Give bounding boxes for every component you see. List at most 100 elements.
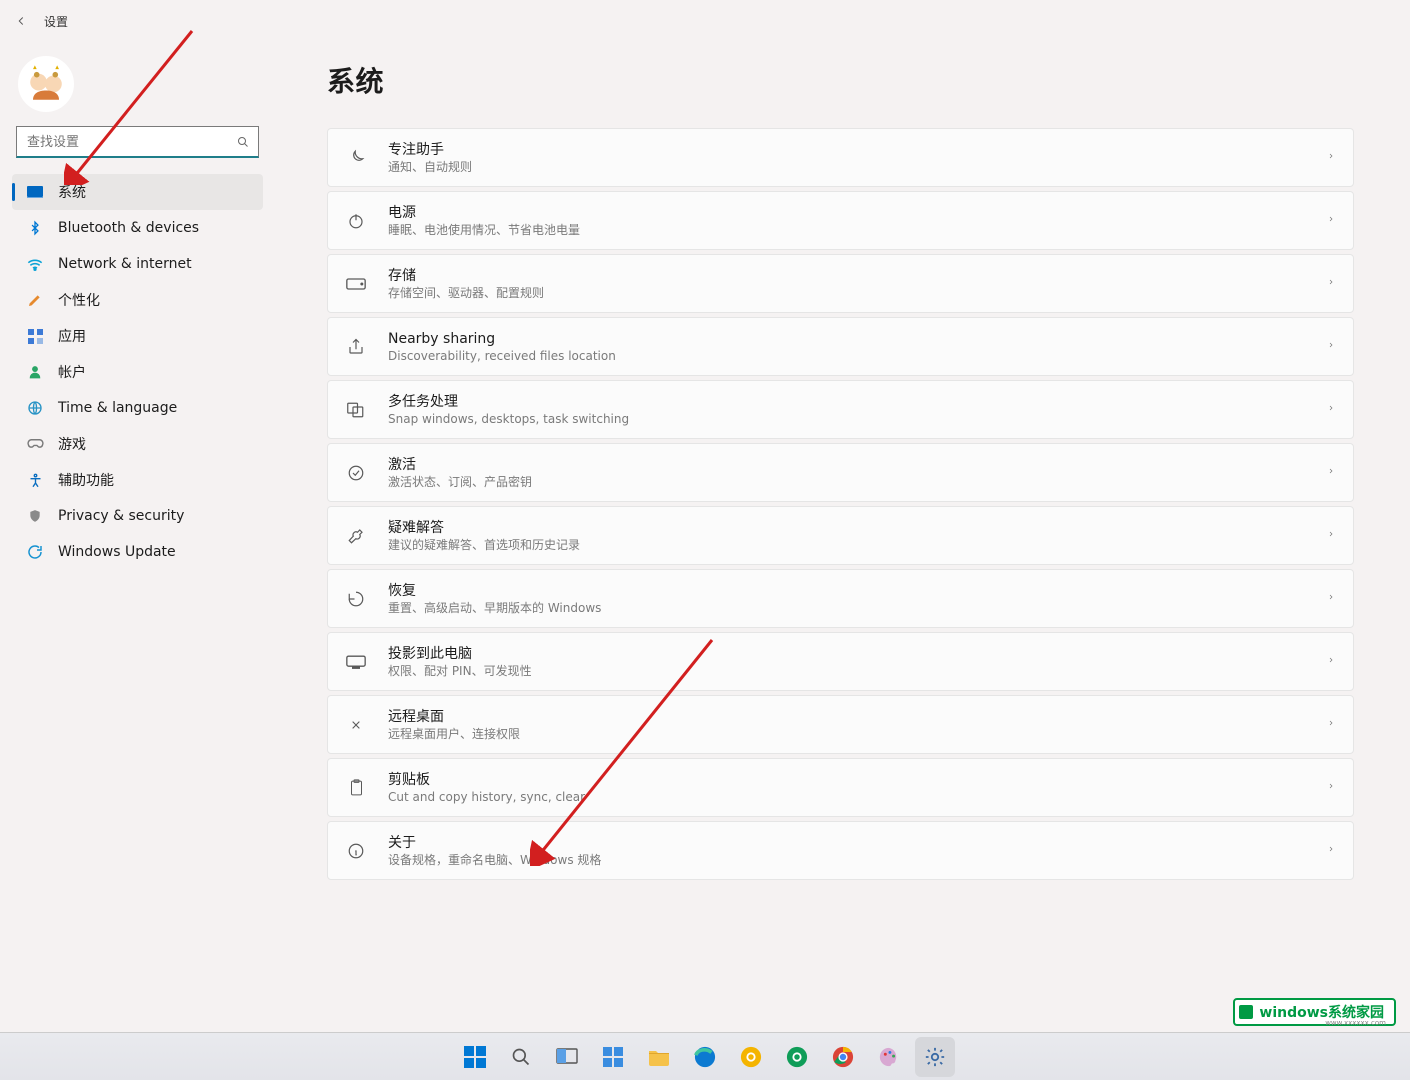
taskbar-settings[interactable] xyxy=(915,1037,955,1077)
card-title: 存储 xyxy=(388,267,1327,285)
gamepad-icon xyxy=(26,435,44,453)
system-card-check[interactable]: 激活激活状态、订阅、产品密钥 xyxy=(327,443,1354,502)
chrome-yellow-icon xyxy=(740,1046,762,1068)
taskbar-paint[interactable] xyxy=(869,1037,909,1077)
taskbar-start[interactable] xyxy=(455,1037,495,1077)
avatar[interactable] xyxy=(18,56,74,112)
card-title: 专注助手 xyxy=(388,141,1327,159)
card-title: 多任务处理 xyxy=(388,393,1327,411)
card-subtitle: Cut and copy history, sync, clear xyxy=(388,789,1327,805)
card-title: Nearby sharing xyxy=(388,330,1327,348)
card-title: 剪贴板 xyxy=(388,771,1327,789)
nav-label: 应用 xyxy=(58,326,86,346)
nav-personalize[interactable]: 个性化 xyxy=(12,282,263,318)
watermark-url: www.xxxxxx.com xyxy=(1325,1019,1386,1027)
taskbar-chrome-dev[interactable] xyxy=(777,1037,817,1077)
system-card-wrench[interactable]: 疑难解答建议的疑难解答、首选项和历史记录 xyxy=(327,506,1354,565)
nav-network[interactable]: Network & internet xyxy=(12,246,263,282)
card-title: 激活 xyxy=(388,456,1327,474)
system-card-remote[interactable]: 远程桌面远程桌面用户、连接权限 xyxy=(327,695,1354,754)
taskview-icon xyxy=(556,1048,578,1066)
page-title: 系统 xyxy=(327,60,1354,100)
chevron-right-icon xyxy=(1327,780,1335,796)
search-icon xyxy=(511,1047,531,1067)
chevron-right-icon xyxy=(1327,654,1335,670)
search-input[interactable] xyxy=(16,126,259,158)
watermark: windows系统家园 www.xxxxxx.com xyxy=(1233,998,1396,1026)
clipboard-icon xyxy=(346,778,366,798)
globe-icon xyxy=(26,399,44,417)
chevron-right-icon xyxy=(1327,843,1335,859)
taskbar-explorer[interactable] xyxy=(639,1037,679,1077)
nav-privacy[interactable]: Privacy & security xyxy=(12,498,263,534)
taskbar-chrome[interactable] xyxy=(823,1037,863,1077)
nav-label: 游戏 xyxy=(58,434,86,454)
card-subtitle: 重置、高级启动、早期版本的 Windows xyxy=(388,600,1327,616)
check-icon xyxy=(346,463,366,483)
system-card-recovery[interactable]: 恢复重置、高级启动、早期版本的 Windows xyxy=(327,569,1354,628)
person-icon xyxy=(26,363,44,381)
card-subtitle: 存储空间、驱动器、配置规则 xyxy=(388,285,1327,301)
card-title: 投影到此电脑 xyxy=(388,645,1327,663)
search-wrap xyxy=(16,126,259,158)
apps-icon xyxy=(26,327,44,345)
system-card-share[interactable]: Nearby sharingDiscoverability, received … xyxy=(327,317,1354,376)
system-card-drive[interactable]: 存储存储空间、驱动器、配置规则 xyxy=(327,254,1354,313)
nav-accounts[interactable]: 帐户 xyxy=(12,354,263,390)
projector-icon xyxy=(346,652,366,672)
search-button[interactable] xyxy=(235,134,251,150)
taskbar-widgets[interactable] xyxy=(593,1037,633,1077)
chrome-icon xyxy=(832,1046,854,1068)
card-title: 疑难解答 xyxy=(388,519,1327,537)
system-card-moon[interactable]: 专注助手通知、自动规则 xyxy=(327,128,1354,187)
nav-label: 辅助功能 xyxy=(58,470,114,490)
chevron-right-icon xyxy=(1327,213,1335,229)
nav-gaming[interactable]: 游戏 xyxy=(12,426,263,462)
main-content: 系统 专注助手通知、自动规则电源睡眠、电池使用情况、节省电池电量存储存储空间、驱… xyxy=(275,42,1410,1032)
nav-windows-update[interactable]: Windows Update xyxy=(12,534,263,570)
update-icon xyxy=(26,543,44,561)
chevron-right-icon xyxy=(1327,339,1335,355)
moon-icon xyxy=(346,148,366,168)
back-button[interactable] xyxy=(10,10,32,32)
chevron-right-icon xyxy=(1327,717,1335,733)
chevron-right-icon xyxy=(1327,276,1335,292)
multitask-icon xyxy=(346,400,366,420)
card-subtitle: 激活状态、订阅、产品密钥 xyxy=(388,474,1327,490)
gear-icon xyxy=(924,1046,946,1068)
sidebar: 系统 Bluetooth & devices xyxy=(0,42,275,1032)
nav-time[interactable]: Time & language xyxy=(12,390,263,426)
folder-icon xyxy=(648,1048,670,1066)
system-card-projector[interactable]: 投影到此电脑权限、配对 PIN、可发现性 xyxy=(327,632,1354,691)
arrow-left-icon xyxy=(14,14,28,28)
card-subtitle: 睡眠、电池使用情况、节省电池电量 xyxy=(388,222,1327,238)
system-card-multitask[interactable]: 多任务处理Snap windows, desktops, task switch… xyxy=(327,380,1354,439)
card-subtitle: Discoverability, received files location xyxy=(388,348,1327,364)
remote-icon xyxy=(346,715,366,735)
chevron-right-icon xyxy=(1327,150,1335,166)
card-title: 恢复 xyxy=(388,582,1327,600)
nav-system[interactable]: 系统 xyxy=(12,174,263,210)
nav-bluetooth[interactable]: Bluetooth & devices xyxy=(12,210,263,246)
wifi-icon xyxy=(26,255,44,273)
nav-label: 系统 xyxy=(58,182,86,202)
system-card-power[interactable]: 电源睡眠、电池使用情况、节省电池电量 xyxy=(327,191,1354,250)
nav-accessibility[interactable]: 辅助功能 xyxy=(12,462,263,498)
card-subtitle: 设备规格，重命名电脑、Windows 规格 xyxy=(388,852,1327,868)
shield-icon xyxy=(26,507,44,525)
nav-label: Time & language xyxy=(58,400,177,416)
card-subtitle: 通知、自动规则 xyxy=(388,159,1327,175)
chevron-right-icon xyxy=(1327,465,1335,481)
system-card-clipboard[interactable]: 剪贴板Cut and copy history, sync, clear xyxy=(327,758,1354,817)
nav-apps[interactable]: 应用 xyxy=(12,318,263,354)
accessibility-icon xyxy=(26,471,44,489)
taskbar-edge[interactable] xyxy=(685,1037,725,1077)
system-card-info[interactable]: 关于设备规格，重命名电脑、Windows 规格 xyxy=(327,821,1354,880)
card-title: 关于 xyxy=(388,834,1327,852)
taskbar-search[interactable] xyxy=(501,1037,541,1077)
taskbar-taskview[interactable] xyxy=(547,1037,587,1077)
card-title: 电源 xyxy=(388,204,1327,222)
nav-label: 个性化 xyxy=(58,290,100,310)
taskbar-chrome-canary[interactable] xyxy=(731,1037,771,1077)
card-subtitle: 建议的疑难解答、首选项和历史记录 xyxy=(388,537,1327,553)
